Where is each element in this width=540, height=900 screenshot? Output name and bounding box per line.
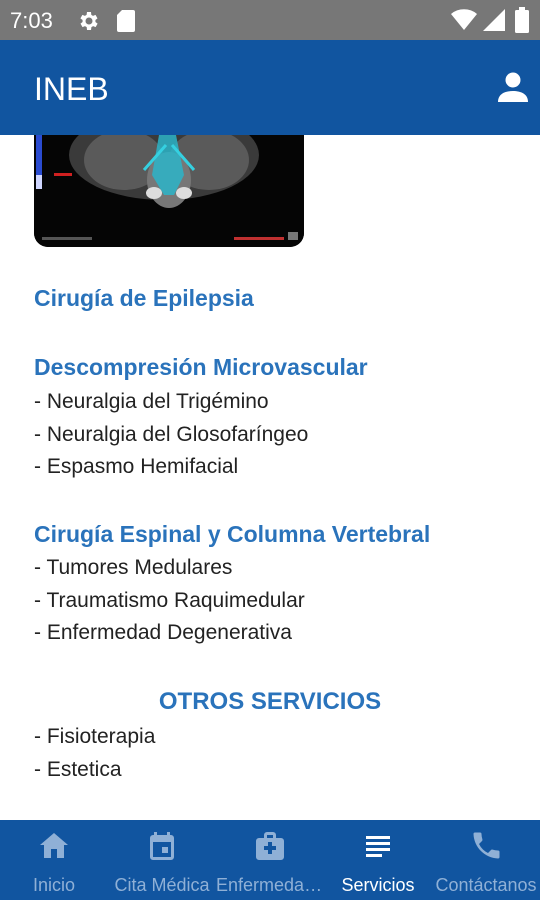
list-item: - Tumores Medulares — [34, 556, 233, 579]
wifi-icon — [451, 9, 477, 30]
bottom-navigation: Inicio Cita Médica Enfermedades Servicio… — [0, 820, 540, 900]
nav-label: Inicio — [32, 875, 76, 895]
list-item: - Traumatismo Raquimedular — [34, 589, 305, 612]
list-item: - Estetica — [34, 758, 122, 781]
phone-icon — [473, 832, 500, 859]
nav-label: Servicios — [341, 875, 415, 895]
home-icon — [40, 833, 68, 858]
nav-item-enfermedades[interactable]: Enfermedades — [216, 820, 324, 900]
status-time: 7:03 — [10, 8, 53, 33]
list-item: - Fisioterapia — [34, 725, 156, 748]
list-item: - Enfermedad Degenerativa — [34, 621, 292, 644]
account-icon[interactable] — [496, 70, 530, 104]
signal-icon — [483, 9, 505, 31]
app-title: INEB — [34, 71, 109, 107]
mri-scan-image — [34, 135, 304, 247]
calendar-icon — [150, 832, 174, 860]
sd-card-icon — [117, 10, 135, 32]
status-bar: 7:03 — [0, 0, 540, 40]
nav-item-inicio[interactable]: Inicio — [0, 820, 108, 900]
nav-label: Enfermedades — [216, 875, 324, 895]
medical-kit-icon — [256, 832, 284, 860]
list-icon — [366, 836, 390, 857]
settings-icon — [80, 12, 98, 30]
list-item: - Espasmo Hemifacial — [34, 455, 239, 478]
section-title-espinal: Cirugía Espinal y Columna Vertebral — [34, 521, 431, 547]
battery-icon — [515, 7, 529, 33]
nav-label: Cita Médica — [114, 875, 210, 895]
list-item: - Neuralgia del Trigémino — [34, 390, 269, 413]
nav-item-contactanos[interactable]: Contáctanos — [432, 820, 540, 900]
nav-label: Contáctanos — [435, 875, 537, 895]
section-title-microvascular: Descompresión Microvascular — [34, 354, 368, 380]
section-title-epilepsia: Cirugía de Epilepsia — [34, 285, 254, 311]
nav-item-cita-medica[interactable]: Cita Médica — [108, 820, 216, 900]
list-item: - Neuralgia del Glosofaríngeo — [34, 423, 309, 446]
services-content[interactable]: Cirugía de Epilepsia Descompresión Micro… — [0, 135, 540, 820]
otros-servicios-title: OTROS SERVICIOS — [158, 688, 382, 715]
nav-item-servicios[interactable]: Servicios — [324, 820, 432, 900]
app-bar: INEB — [0, 40, 540, 135]
